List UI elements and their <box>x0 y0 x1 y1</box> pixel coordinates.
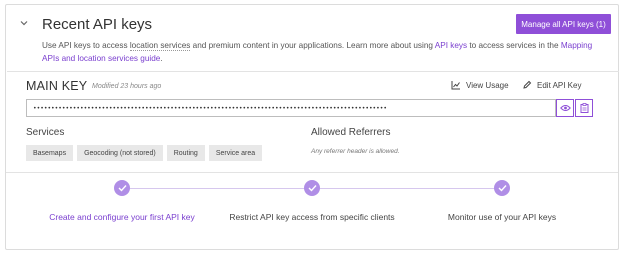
section-title: Recent API keys <box>42 16 153 33</box>
check-icon <box>308 185 317 192</box>
step-3-check <box>494 180 510 196</box>
step-2-label: Restrict API key access from specific cl… <box>229 212 395 222</box>
description: Use API keys to access location services… <box>42 41 593 63</box>
chevron-down-icon[interactable] <box>18 17 30 29</box>
step-1-check <box>114 180 130 196</box>
edit-api-key-link[interactable]: Edit API Key <box>522 80 581 90</box>
api-keys-link[interactable]: API keys <box>435 41 467 50</box>
api-key-field[interactable]: ••••••••••••••••••••••••••••••••••••••••… <box>26 99 556 117</box>
service-chip: Basemaps <box>26 145 74 161</box>
edit-api-key-label: Edit API Key <box>537 80 582 90</box>
copy-key-button[interactable] <box>575 99 593 117</box>
show-key-button[interactable] <box>556 99 574 117</box>
clipboard-icon <box>580 103 588 113</box>
key-modified-time: Modified 23 hours ago <box>92 83 162 90</box>
step-1-link[interactable]: Create and configure your first API key <box>22 212 222 222</box>
referrers-empty-text: Any referrer header is allowed. <box>311 148 400 155</box>
step-3-label: Monitor use of your API keys <box>447 212 557 222</box>
services-list: Basemaps Geocoding (not stored) Routing … <box>26 145 263 161</box>
eye-icon <box>559 105 571 111</box>
view-usage-label: View Usage <box>466 80 509 90</box>
service-chip: Routing <box>166 145 205 161</box>
divider <box>6 172 618 173</box>
chart-icon <box>451 81 460 90</box>
check-icon <box>498 185 507 192</box>
location-services-link[interactable]: location services <box>129 41 191 51</box>
step-2-check <box>304 180 320 196</box>
allowed-referrers-label: Allowed Referrers <box>311 127 391 138</box>
manage-all-keys-button[interactable]: Manage all API keys (1) <box>516 14 611 34</box>
divider <box>7 71 619 72</box>
service-chip: Service area <box>208 145 263 161</box>
service-chip: Geocoding (not stored) <box>77 145 163 161</box>
view-usage-link[interactable]: View Usage <box>451 80 509 90</box>
services-label: Services <box>26 127 65 138</box>
key-name: MAIN KEY <box>26 79 88 93</box>
check-icon <box>118 185 127 192</box>
pencil-icon <box>523 80 532 89</box>
